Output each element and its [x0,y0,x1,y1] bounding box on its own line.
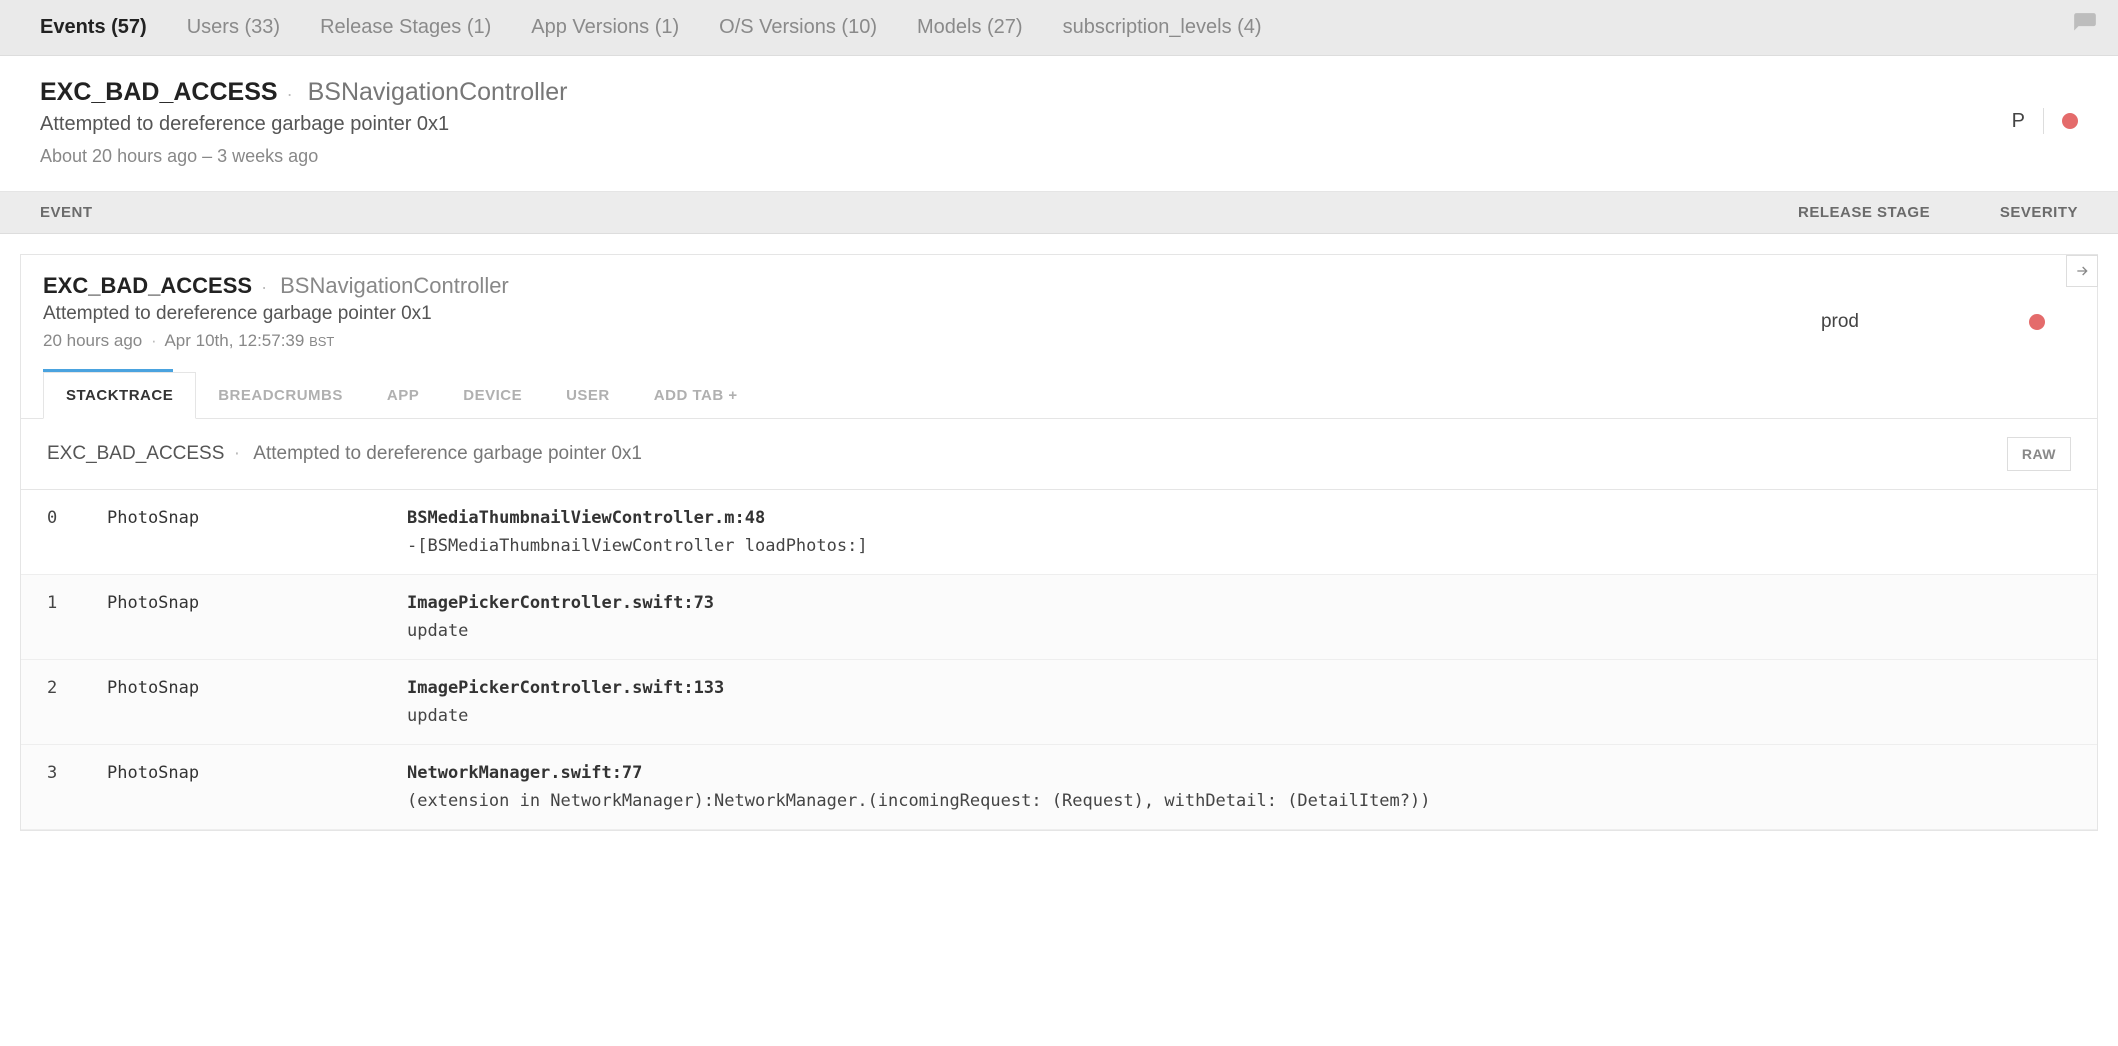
frame-module: PhotoSnap [107,593,407,641]
event-message: Attempted to dereference garbage pointer… [43,303,1821,325]
stack-frames: 0PhotoSnapBSMediaThumbnailViewController… [21,489,2097,830]
error-header-right: P [2012,78,2078,134]
event-head-left: EXC_BAD_ACCESS · BSNavigationController … [43,273,1821,351]
sub-tab[interactable]: ADD TAB + [632,373,760,418]
frame-location: NetworkManager.swift:77 (extension in Net… [407,763,2071,811]
top-tab[interactable]: Events (57) [40,16,147,39]
top-tab[interactable]: Release Stages (1) [320,16,491,39]
event-card: EXC_BAD_ACCESS · BSNavigationController … [20,254,2098,831]
top-tab[interactable]: App Versions (1) [531,16,679,39]
frame-function: (extension in NetworkManager):NetworkMan… [407,791,2071,811]
frame-file: ImagePickerController.swift:73 [407,593,714,613]
event-time-ago: 20 hours ago [43,331,142,350]
frame-location: ImagePickerController.swift:133 update [407,678,2071,726]
error-header-left: EXC_BAD_ACCESS · BSNavigationController … [40,78,2012,167]
frame-function: update [407,621,2071,641]
event-time: 20 hours ago · Apr 10th, 12:57:39 BST [43,331,1821,351]
top-tab[interactable]: subscription_levels (4) [1063,16,1262,39]
frame-index: 1 [47,593,107,641]
frame-location: BSMediaThumbnailViewController.m:48 -[BSM… [407,508,2071,556]
sub-tab[interactable]: USER [544,373,632,418]
stack-frame[interactable]: 1PhotoSnapImagePickerController.swift:73… [21,575,2097,660]
separator: · [261,277,267,297]
frame-file: BSMediaThumbnailViewController.m:48 [407,508,765,528]
stack-frame[interactable]: 0PhotoSnapBSMediaThumbnailViewController… [21,490,2097,575]
sub-tab[interactable]: APP [365,373,441,418]
frame-module: PhotoSnap [107,508,407,556]
frame-file: NetworkManager.swift:77 [407,763,642,783]
severity-indicator[interactable] [2062,113,2078,129]
sub-tab[interactable]: STACKTRACE [43,372,196,419]
sub-tab[interactable]: DEVICE [441,373,544,418]
frame-location: ImagePickerController.swift:73 update [407,593,2071,641]
separator: · [151,331,157,350]
separator: · [287,84,293,104]
frame-module: PhotoSnap [107,763,407,811]
frame-index: 3 [47,763,107,811]
raw-button[interactable]: RAW [2007,437,2071,471]
top-tab[interactable]: Models (27) [917,16,1023,39]
error-class: EXC_BAD_ACCESS [40,78,278,106]
severity-dot[interactable] [2029,314,2045,330]
event-head: EXC_BAD_ACCESS · BSNavigationController … [21,255,2097,355]
separator: · [234,443,240,464]
top-tab[interactable]: O/S Versions (10) [719,16,877,39]
error-time-range: About 20 hours ago – 3 weeks ago [40,146,2012,167]
next-event-button[interactable] [2066,255,2098,287]
event-timezone: BST [309,334,334,349]
comment-icon[interactable] [2072,11,2098,44]
event-error-class: EXC_BAD_ACCESS [43,273,252,298]
trace-message: Attempted to dereference garbage pointer… [253,443,642,464]
col-severity: SEVERITY [1978,204,2078,221]
frame-index: 2 [47,678,107,726]
error-header: EXC_BAD_ACCESS · BSNavigationController … [0,56,2118,192]
release-stage-value: prod [1821,311,1859,333]
event-context: BSNavigationController [280,273,509,298]
frame-index: 0 [47,508,107,556]
sub-tab[interactable]: BREADCRUMBS [196,373,365,418]
frame-function: update [407,706,2071,726]
error-context: BSNavigationController [308,78,568,106]
event-head-right: prod [1821,273,2075,351]
top-tab[interactable]: Users (33) [187,16,280,39]
stage-badge[interactable]: P [2012,110,2025,133]
col-release-stage: RELEASE STAGE [1798,204,1978,221]
frame-module: PhotoSnap [107,678,407,726]
frame-function: -[BSMediaThumbnailViewController loadPho… [407,536,2071,556]
error-message: Attempted to dereference garbage pointer… [40,113,2012,136]
event-timestamp: Apr 10th, 12:57:39 [164,331,304,350]
stack-frame[interactable]: 3PhotoSnapNetworkManager.swift:77 (extens… [21,745,2097,830]
divider [2043,108,2044,134]
sub-tabs: STACKTRACEBREADCRUMBSAPPDEVICEUSERADD TA… [21,372,2097,419]
stack-frame[interactable]: 2PhotoSnapImagePickerController.swift:13… [21,660,2097,745]
columns-header: EVENT RELEASE STAGE SEVERITY [0,192,2118,234]
trace-error-class: EXC_BAD_ACCESS [47,443,224,464]
top-tabs: Events (57) Users (33) Release Stages (1) A… [0,0,2118,56]
trace-header: EXC_BAD_ACCESS · Attempted to dereferenc… [21,419,2097,489]
frame-file: ImagePickerController.swift:133 [407,678,724,698]
col-event: EVENT [40,204,1798,221]
trace-header-left: EXC_BAD_ACCESS · Attempted to dereferenc… [47,443,2007,465]
